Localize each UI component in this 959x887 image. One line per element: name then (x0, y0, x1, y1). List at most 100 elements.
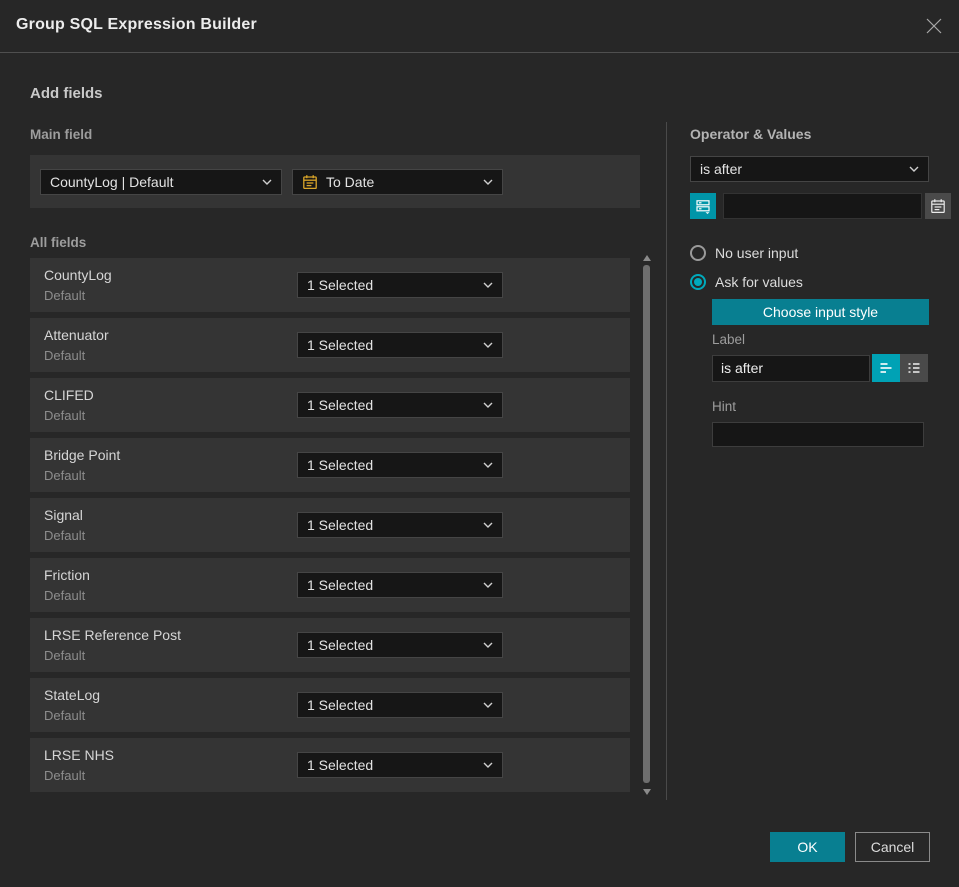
operator-values-heading: Operator & Values (690, 126, 812, 142)
hint-caption: Hint (712, 399, 737, 414)
close-icon[interactable] (923, 15, 945, 37)
scrollbar-thumb[interactable] (643, 265, 650, 783)
field-selected-value: 1 Selected (307, 637, 374, 653)
chevron-down-icon (483, 522, 493, 528)
field-subtitle: Default (44, 708, 86, 723)
unique-values-icon[interactable] (690, 193, 716, 219)
label-caption: Label (712, 332, 746, 347)
label-row (712, 354, 929, 382)
ask-values-options: Choose input style Label is after Hint (712, 299, 929, 447)
chevron-down-icon (483, 282, 493, 288)
chevron-down-icon (483, 582, 493, 588)
ok-button[interactable]: OK (770, 832, 845, 862)
field-row[interactable]: Attenuator Default 1 Selected (30, 318, 630, 372)
value-input[interactable] (723, 193, 922, 219)
list-input-style-icon[interactable] (900, 354, 928, 382)
field-selected-value: 1 Selected (307, 397, 374, 413)
radio-no-user-input[interactable]: No user input (690, 245, 930, 261)
field-name: Friction (44, 567, 90, 583)
field-selected-value: 1 Selected (307, 277, 374, 293)
field-row[interactable]: StateLog Default 1 Selected (30, 678, 630, 732)
field-selected-dropdown[interactable]: 1 Selected (297, 392, 503, 418)
main-field-select[interactable]: CountyLog | Default (40, 168, 282, 195)
field-selected-dropdown[interactable]: 1 Selected (297, 572, 503, 598)
field-selected-value: 1 Selected (307, 697, 374, 713)
chevron-down-icon (483, 179, 493, 185)
field-name: LRSE Reference Post (44, 627, 181, 643)
field-name: Bridge Point (44, 447, 121, 463)
hint-input[interactable] (712, 422, 924, 447)
main-field-select-value: CountyLog | Default (50, 173, 174, 190)
field-name: StateLog (44, 687, 101, 703)
field-subtitle: Default (44, 408, 86, 423)
text-input-style-icon[interactable] (872, 354, 900, 382)
field-selected-value: 1 Selected (307, 757, 374, 773)
group-sql-expression-builder-dialog: Group SQL Expression Builder Add fields … (0, 0, 959, 887)
scroll-down-icon[interactable] (643, 789, 651, 795)
main-field-type-select[interactable]: To Date (292, 168, 503, 195)
calendar-picker-icon[interactable] (925, 193, 951, 219)
field-selected-dropdown[interactable]: 1 Selected (297, 332, 503, 358)
field-selected-dropdown[interactable]: 1 Selected (297, 452, 503, 478)
field-selected-value: 1 Selected (307, 517, 374, 533)
field-row[interactable]: CLIFED Default 1 Selected (30, 378, 630, 432)
radio-no-user-input-label: No user input (715, 245, 799, 261)
chevron-down-icon (909, 166, 919, 172)
field-name: LRSE NHS (44, 747, 115, 763)
chevron-down-icon (483, 342, 493, 348)
main-field-type-value: To Date (326, 173, 375, 190)
field-selected-value: 1 Selected (307, 337, 374, 353)
operator-select[interactable]: is after (690, 156, 929, 182)
label-input[interactable] (712, 354, 870, 382)
choose-input-style-button[interactable]: Choose input style (712, 299, 929, 325)
scroll-up-icon[interactable] (643, 255, 651, 261)
field-subtitle: Default (44, 588, 86, 603)
panel-divider (666, 122, 667, 800)
all-fields-label: All fields (30, 235, 87, 250)
field-row[interactable]: LRSE Reference Post Default 1 Selected (30, 618, 630, 672)
field-selected-value: 1 Selected (307, 457, 374, 473)
chevron-down-icon (483, 642, 493, 648)
field-name: CLIFED (44, 387, 94, 403)
field-selected-value: 1 Selected (307, 577, 374, 593)
value-entry-row (690, 193, 951, 219)
field-name: Signal (44, 507, 83, 523)
field-subtitle: Default (44, 528, 86, 543)
chevron-down-icon (483, 402, 493, 408)
chevron-down-icon (483, 702, 493, 708)
field-name: Attenuator (44, 327, 109, 343)
field-name: CountyLog (44, 267, 112, 283)
field-subtitle: Default (44, 648, 86, 663)
chevron-down-icon (483, 462, 493, 468)
field-subtitle: Default (44, 288, 86, 303)
all-fields-list: CountyLog Default 1 Selected Attenuator … (30, 258, 630, 798)
main-field-label: Main field (30, 127, 93, 142)
field-row[interactable]: Friction Default 1 Selected (30, 558, 630, 612)
field-selected-dropdown[interactable]: 1 Selected (297, 272, 503, 298)
add-fields-heading: Add fields (30, 85, 103, 102)
field-subtitle: Default (44, 768, 86, 783)
field-selected-dropdown[interactable]: 1 Selected (297, 692, 503, 718)
field-selected-dropdown[interactable]: 1 Selected (297, 752, 503, 778)
field-row[interactable]: LRSE NHS Default 1 Selected (30, 738, 630, 792)
input-mode-radio-group: No user input Ask for values (690, 245, 930, 290)
operator-select-value: is after (700, 161, 743, 177)
chevron-down-icon (483, 762, 493, 768)
chevron-down-icon (262, 179, 272, 185)
radio-selected-icon (690, 274, 706, 290)
field-row[interactable]: CountyLog Default 1 Selected (30, 258, 630, 312)
field-subtitle: Default (44, 348, 86, 363)
main-field-panel: CountyLog | Default To Date (30, 155, 640, 208)
dialog-header: Group SQL Expression Builder (0, 0, 959, 53)
radio-unselected-icon (690, 245, 706, 261)
field-row[interactable]: Signal Default 1 Selected (30, 498, 630, 552)
radio-ask-for-values[interactable]: Ask for values (690, 274, 930, 290)
field-selected-dropdown[interactable]: 1 Selected (297, 632, 503, 658)
operator-values-panel: Operator & Values is after No user input… (690, 120, 951, 447)
field-subtitle: Default (44, 468, 86, 483)
list-scrollbar[interactable] (641, 253, 652, 797)
field-row[interactable]: Bridge Point Default 1 Selected (30, 438, 630, 492)
cancel-button[interactable]: Cancel (855, 832, 930, 862)
field-selected-dropdown[interactable]: 1 Selected (297, 512, 503, 538)
radio-ask-for-values-label: Ask for values (715, 274, 803, 290)
